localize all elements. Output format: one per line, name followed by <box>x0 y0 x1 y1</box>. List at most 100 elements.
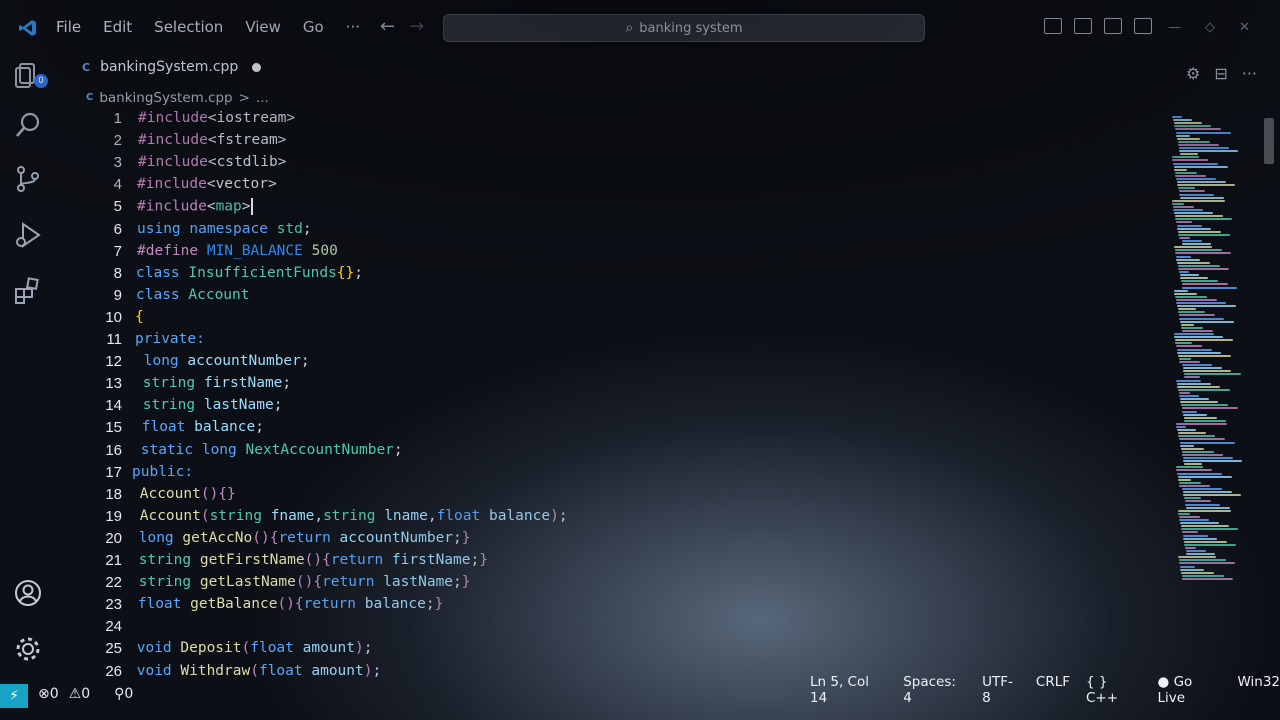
code-token: float <box>141 419 195 436</box>
code-line[interactable]: 19 Account(string fname,string lname,flo… <box>80 508 1160 530</box>
minimap-stroke <box>1175 215 1223 218</box>
more-actions-icon[interactable]: ··· <box>1242 64 1257 83</box>
split-editor-icon[interactable]: ⊟ <box>1214 64 1227 83</box>
line-number: 14 <box>105 397 122 415</box>
encoding[interactable]: UTF-8 <box>982 674 1020 706</box>
code-token: return <box>322 574 384 591</box>
code-line[interactable]: 7 #define MIN_BALANCE 500 <box>80 243 1160 265</box>
code-line[interactable]: 13 string firstName; <box>80 375 1160 397</box>
minimap-stroke <box>1179 236 1190 239</box>
minimap-stroke <box>1180 277 1208 280</box>
extensions-icon[interactable] <box>12 276 44 308</box>
minimap-stroke <box>1175 174 1206 177</box>
line-number: 15 <box>105 419 122 437</box>
code-line[interactable]: 12 long accountNumber; <box>80 353 1160 375</box>
code-token: <fstream> <box>207 132 287 149</box>
vertical-scrollbar[interactable] <box>1264 118 1274 164</box>
minimap-stroke <box>1178 233 1230 236</box>
code-text: #include<vector> <box>137 176 277 192</box>
language-mode[interactable]: { } C++ <box>1086 674 1142 706</box>
end-of-line[interactable]: CRLF <box>1036 674 1070 706</box>
minimize-icon[interactable]: — <box>1168 20 1181 35</box>
code-line[interactable]: 18 Account(){} <box>80 486 1160 508</box>
menu-go[interactable]: Go <box>303 18 324 36</box>
code-line[interactable]: 25 void Deposit(float amount); <box>80 640 1160 662</box>
minimap-stroke <box>1176 426 1186 428</box>
code-line[interactable]: 3 #include<cstdlib> <box>80 154 1160 176</box>
line-number: 6 <box>113 220 122 238</box>
toggle-panel-icon[interactable] <box>1074 18 1092 34</box>
minimap-stroke <box>1182 286 1237 289</box>
cursor-position[interactable]: Ln 5, Col 14 <box>810 674 887 706</box>
breadcrumb-symbols[interactable]: ... <box>256 90 269 106</box>
settings-gear-icon[interactable] <box>12 634 44 666</box>
platform[interactable]: Win32 <box>1237 674 1280 706</box>
minimap-stroke <box>1172 159 1208 162</box>
toggle-secondary-sidebar-icon[interactable] <box>1104 18 1122 34</box>
code-line[interactable]: 17 public: <box>80 464 1160 486</box>
run-debug-icon[interactable] <box>12 220 44 252</box>
code-line[interactable]: 20 long getAccNo(){return accountNumber;… <box>80 530 1160 552</box>
unsaved-dot-icon[interactable] <box>252 62 262 72</box>
minimap-stroke <box>1184 543 1236 546</box>
toggle-primary-sidebar-icon[interactable] <box>1044 18 1062 34</box>
accounts-icon[interactable] <box>12 578 44 610</box>
code-line[interactable]: 5 #include<map> <box>80 198 1160 220</box>
code-line[interactable]: 21 string getFirstName(){return firstNam… <box>80 552 1160 574</box>
code-line[interactable]: 9 class Account <box>80 287 1160 309</box>
command-center-search[interactable]: ⌕ banking system <box>443 14 925 42</box>
code-token: firstName <box>391 552 471 568</box>
code-line[interactable]: 16 static long NextAccountNumber; <box>80 442 1160 464</box>
code-line[interactable]: 10 { <box>80 309 1160 331</box>
code-token: , <box>314 507 324 524</box>
minimap-stroke <box>1177 351 1221 354</box>
code-line[interactable]: 14 string lastName; <box>80 397 1160 419</box>
remote-icon[interactable]: ⚡ <box>0 684 28 708</box>
customize-layout-icon[interactable] <box>1134 18 1152 34</box>
menu-file[interactable]: File <box>56 18 81 36</box>
minimap-stroke <box>1180 522 1219 525</box>
menu-view[interactable]: View <box>245 18 281 36</box>
code-token: getBalance <box>190 596 278 613</box>
code-token: } <box>461 529 471 546</box>
menu-selection[interactable]: Selection <box>154 18 223 36</box>
minimap-stroke <box>1175 218 1232 221</box>
code-token: float <box>436 507 489 524</box>
minimap[interactable] <box>1166 116 1262 596</box>
code-line[interactable]: 4 #include<vector> <box>80 176 1160 198</box>
indentation[interactable]: Spaces: 4 <box>903 674 966 706</box>
minimap-stroke <box>1184 376 1200 379</box>
minimap-stroke <box>1176 302 1226 304</box>
source-control-icon[interactable] <box>12 164 44 196</box>
line-number: 13 <box>105 375 122 393</box>
forward-arrow-icon[interactable]: → <box>409 16 424 37</box>
code-line[interactable]: 6 using namespace std; <box>80 221 1160 243</box>
code-token: long <box>201 441 246 458</box>
code-line[interactable]: 2 #include<fstream> <box>80 132 1160 154</box>
breadcrumb: C bankingSystem.cpp > ... <box>86 90 269 106</box>
minimap-stroke <box>1180 568 1204 571</box>
menu-edit[interactable]: Edit <box>103 18 132 36</box>
restore-icon[interactable]: ◇ <box>1205 20 1215 35</box>
breadcrumb-separator: > <box>238 90 250 106</box>
code-line[interactable]: 22 string getLastName(){return lastName;… <box>80 574 1160 596</box>
menu-more[interactable]: ··· <box>346 18 360 36</box>
search-view-icon[interactable] <box>12 110 44 142</box>
code-line[interactable]: 23 float getBalance(){return balance;} <box>80 596 1160 618</box>
vscode-logo-icon <box>19 20 36 36</box>
minimap-stroke <box>1173 162 1218 165</box>
status-problems[interactable]: ⊗0 ⚠0 ⚲0 <box>38 686 133 702</box>
back-arrow-icon[interactable]: ← <box>380 16 395 37</box>
code-line[interactable]: 15 float balance; <box>80 419 1160 441</box>
code-line[interactable]: 8 class InsufficientFunds{}; <box>80 265 1160 287</box>
code-token: <cstdlib> <box>207 154 287 171</box>
settings-icon[interactable]: ⚙ <box>1186 64 1200 83</box>
go-live-button[interactable]: ● Go Live <box>1158 674 1222 706</box>
code-line[interactable]: 11 private: <box>80 331 1160 353</box>
close-icon[interactable]: ✕ <box>1239 20 1250 35</box>
breadcrumb-file[interactable]: bankingSystem.cpp <box>99 90 232 106</box>
code-line[interactable]: 24 <box>80 618 1160 640</box>
editor-tab[interactable]: C bankingSystem.cpp <box>70 52 262 82</box>
code-token: public: <box>132 463 194 480</box>
code-line[interactable]: 1 #include<iostream> <box>80 110 1160 132</box>
